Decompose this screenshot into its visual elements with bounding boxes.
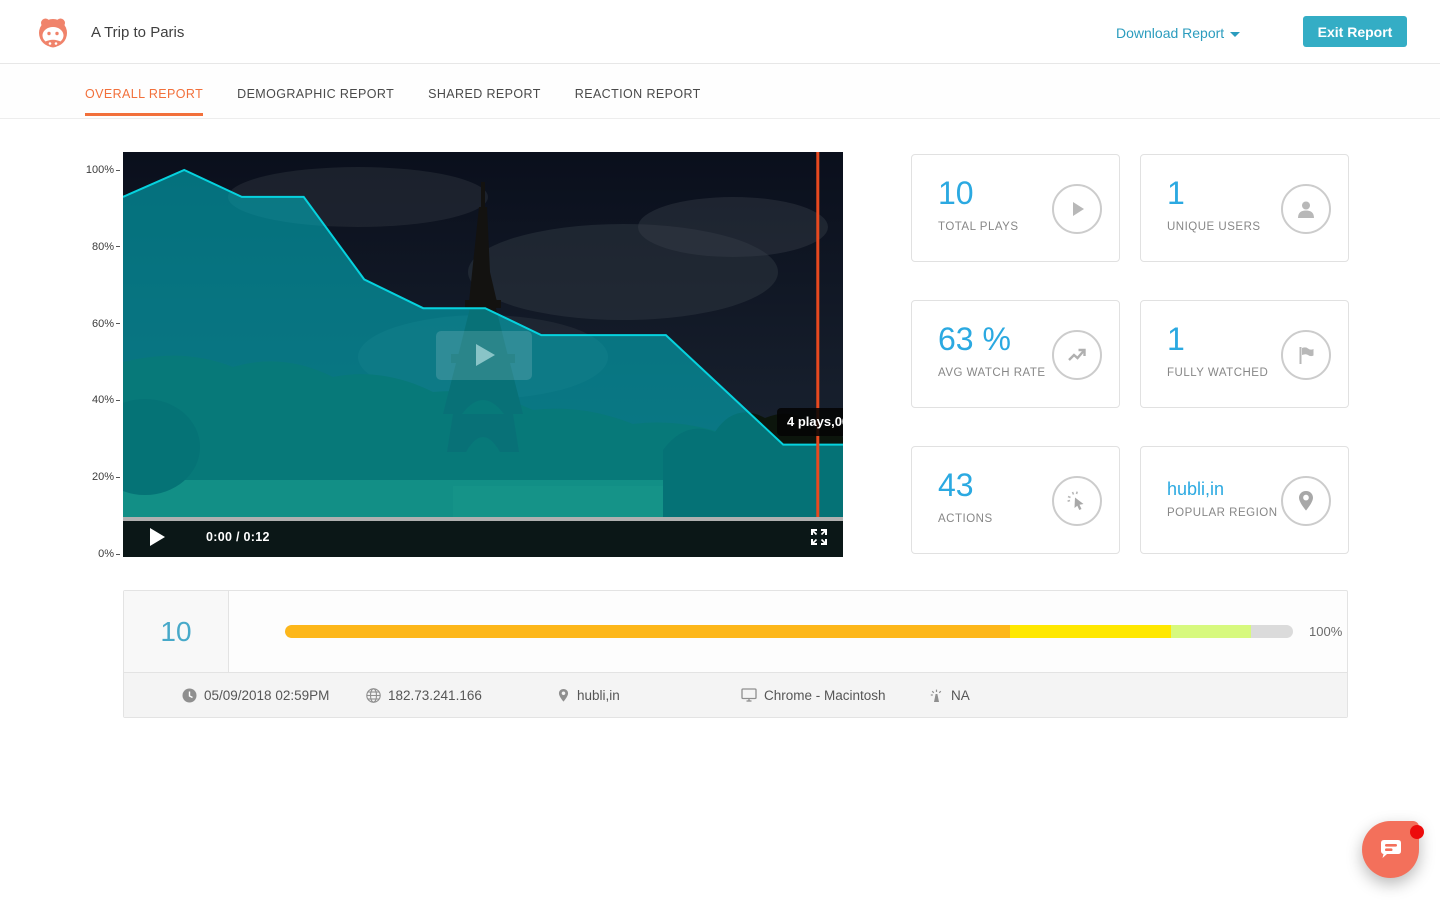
time-display: 0:00 / 0:12 [206,530,270,544]
popular-region-value: hubli,in [1167,479,1224,500]
fullscreen-icon[interactable] [809,527,829,547]
viewer-ip-address: 182.73.241.166 [366,688,557,703]
download-report-link[interactable]: Download Report [1116,25,1240,41]
y-axis-tick: 60% [92,317,120,331]
trend-icon [1052,330,1102,380]
viewer-plays-count: 10 [124,591,229,672]
tab-demographic-report[interactable]: DEMOGRAPHIC REPORT [237,87,394,116]
y-axis-tick: 100% [86,163,120,177]
globe-icon [366,688,381,703]
avg-watch-rate-value: 63 % [938,321,1011,358]
total-plays-value: 10 [938,175,974,212]
watch-percent-label: 100% [1309,624,1342,639]
flag-icon [1281,330,1331,380]
y-axis-tick: 80% [92,240,120,254]
stat-card-avg-watch-rate: 63 % AVG WATCH RATE [911,300,1120,408]
actions-value: 43 [938,467,974,504]
hippo-logo-icon [36,15,70,49]
tab-overall-report[interactable]: OVERALL REPORT [85,87,203,116]
progress-segment [1171,625,1251,638]
seek-bar[interactable] [123,517,843,521]
avg-watch-rate-label: AVG WATCH RATE [938,367,1046,379]
stat-card-unique-users: 1 UNIQUE USERS [1140,154,1349,262]
top-header: A Trip to Paris Download Report Exit Rep… [0,0,1440,64]
watch-rate-y-axis: 100%80%60%40%20%0% [78,152,120,557]
y-axis-tick: 0% [98,547,120,561]
video-control-bar: 0:00 / 0:12 [123,517,843,557]
chat-bubble-icon [1378,839,1404,861]
y-axis-tick: 20% [92,470,120,484]
monitor-icon [741,688,757,702]
unique-users-label: UNIQUE USERS [1167,221,1261,233]
notification-dot [1410,825,1424,839]
progress-segment [285,625,1010,638]
tab-shared-report[interactable]: SHARED REPORT [428,87,541,116]
total-plays-label: TOTAL PLAYS [938,221,1019,233]
stat-card-popular-region: hubli,in POPULAR REGION [1140,446,1349,554]
viewer-row-summary: 10 100% [124,591,1347,672]
exit-report-button[interactable]: Exit Report [1303,16,1407,47]
fully-watched-label: FULLY WATCHED [1167,367,1268,379]
user-icon [1281,184,1331,234]
viewer-details-row: 05/09/2018 02:59PM 182.73.241.166 hubli,… [124,672,1347,717]
report-page: A Trip to Paris Download Report Exit Rep… [0,0,1440,900]
play-icon [1052,184,1102,234]
unique-users-value: 1 [1167,175,1185,212]
progress-segment [1010,625,1171,638]
video-player[interactable]: 4 plays,00: 0:00 / 0:12 [123,152,843,557]
viewer-location: hubli,in [557,688,741,703]
center-play-button[interactable] [436,331,532,380]
report-tabbar: OVERALL REPORT DEMOGRAPHIC REPORT SHARED… [0,64,1440,119]
play-icon [476,344,495,366]
stat-card-total-plays: 10 TOTAL PLAYS [911,154,1120,262]
actions-label: ACTIONS [938,513,993,525]
stat-card-fully-watched: 1 FULLY WATCHED [1140,300,1349,408]
caret-down-icon [1230,32,1240,37]
page-title: A Trip to Paris [91,24,184,41]
pin-icon [557,688,570,703]
video-stage[interactable]: 4 plays,00: [123,152,843,517]
heatmap-tooltip: 4 plays,00: [777,408,843,436]
watch-progress-bar [285,625,1293,638]
viewer-extra-na: NA [929,688,970,703]
y-axis-tick: 40% [92,393,120,407]
control-play-button[interactable] [150,528,165,546]
beacon-icon [929,688,944,703]
popular-region-label: POPULAR REGION [1167,507,1278,519]
fully-watched-value: 1 [1167,321,1185,358]
viewer-browser-os: Chrome - Macintosh [741,688,929,703]
pin-icon [1281,476,1331,526]
clock-icon [182,688,197,703]
click-icon [1052,476,1102,526]
viewed-timestamp: 05/09/2018 02:59PM [182,688,366,703]
tab-reaction-report[interactable]: REACTION REPORT [575,87,701,116]
stat-card-actions: 43 ACTIONS [911,446,1120,554]
viewer-row[interactable]: 10 100% 05/09/2018 02:59PM 182.73.241.16… [123,590,1348,718]
